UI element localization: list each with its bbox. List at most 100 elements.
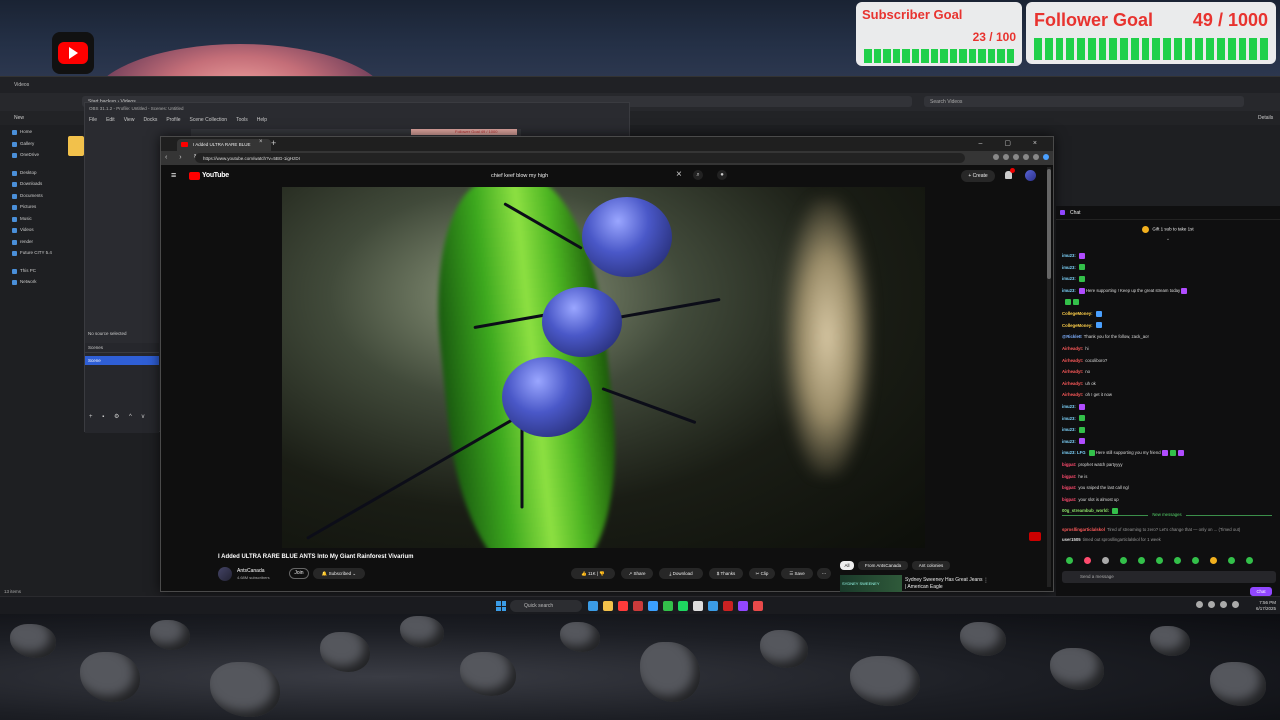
emote-icon[interactable]	[1138, 557, 1145, 564]
taskbar-app-icon[interactable]	[723, 601, 733, 611]
save-button[interactable]: ☰ Save	[781, 568, 813, 579]
chat-send-button[interactable]: Chat	[1250, 587, 1272, 596]
page-scrollbar-thumb[interactable]	[1047, 169, 1051, 279]
share-button[interactable]: ↗ Share	[621, 568, 653, 579]
nav-item[interactable]: Pictures	[0, 204, 62, 216]
system-tray[interactable]	[1196, 601, 1239, 608]
search-icon[interactable]: ⌕	[693, 170, 703, 180]
window-controls[interactable]: – ▢ ×	[979, 139, 1047, 147]
scene-controls[interactable]: + ▪ ⚙ ^ v	[89, 413, 149, 420]
taskbar-app-icon[interactable]	[753, 601, 763, 611]
download-button[interactable]: ⤓ Download	[659, 568, 703, 579]
emote-icon[interactable]	[1228, 557, 1235, 564]
chat-username[interactable]: @Ricklett	[1062, 334, 1082, 339]
taskbar-search[interactable]: Quick search	[510, 600, 582, 612]
gift-sub-banner[interactable]: Gift 1 sub to take 1st ⌄	[1056, 226, 1280, 242]
emote-icon[interactable]	[1210, 557, 1217, 564]
chat-username[interactable]: 00g_streambub_world:	[1062, 508, 1109, 513]
subscribed-button[interactable]: 🔔 Subscribed ⌄	[313, 568, 365, 579]
chat-username[interactable]: imu23:	[1062, 253, 1076, 258]
folder-icon[interactable]	[68, 136, 84, 156]
chat-username[interactable]: Airheadyt:	[1062, 358, 1083, 363]
youtube-logo-icon[interactable]	[189, 172, 200, 180]
explorer-tab-label[interactable]: Videos	[14, 82, 29, 88]
youtube-wordmark[interactable]: YouTube	[202, 172, 229, 179]
nav-item[interactable]: render	[0, 239, 62, 251]
create-button[interactable]: + Create	[961, 170, 995, 182]
clear-search-icon[interactable]: ×	[676, 169, 682, 180]
emote-icon[interactable]	[1120, 557, 1127, 564]
obs-menu-item[interactable]: Tools	[236, 117, 248, 123]
nav-item[interactable]: Videos	[0, 227, 62, 239]
chat-username[interactable]: bigpat:	[1062, 485, 1076, 490]
nav-item[interactable]: OneDrive	[0, 152, 62, 164]
more-actions-button[interactable]: ⋯	[817, 568, 831, 579]
taskbar-app-icon[interactable]	[603, 601, 613, 611]
emote-icon[interactable]	[1174, 557, 1181, 564]
obs-menu-item[interactable]: File	[89, 117, 97, 123]
details-button[interactable]: Details	[1258, 115, 1273, 121]
obs-menu-item[interactable]: Profile	[166, 117, 180, 123]
account-avatar[interactable]	[1025, 170, 1036, 181]
taskbar-app-icon[interactable]	[588, 601, 598, 611]
chat-username[interactable]: imu23:	[1062, 276, 1076, 281]
emote-icon[interactable]	[1192, 557, 1199, 564]
scene-item[interactable]: Scene	[85, 356, 159, 365]
channel-avatar[interactable]	[218, 567, 232, 581]
chat-username[interactable]: bigpat:	[1062, 462, 1076, 467]
nav-item[interactable]: Home	[0, 129, 62, 141]
nav-item[interactable]: Future CITY 5.4	[0, 250, 62, 262]
nav-item[interactable]: This PC	[0, 268, 62, 280]
miniplayer-icon[interactable]	[1029, 532, 1041, 541]
taskbar-clock[interactable]: 7:56 PM 6/17/2025	[1256, 600, 1276, 612]
like-button[interactable]: 👍 11K | 👎	[571, 568, 615, 579]
chat-username[interactable]: imu23:	[1062, 427, 1076, 432]
chat-username[interactable]: imu23:	[1062, 439, 1076, 444]
chip-ant-colonies[interactable]: Ant colonies	[912, 561, 950, 570]
emote-icon[interactable]	[1084, 557, 1091, 564]
chat-username[interactable]: user1505	[1062, 537, 1081, 542]
chevron-down-icon[interactable]: ⌄	[1056, 236, 1280, 242]
chat-username[interactable]: imu23:	[1062, 265, 1076, 270]
taskbar-app-icon[interactable]	[633, 601, 643, 611]
new-tab-icon[interactable]: +	[271, 138, 276, 148]
clip-button[interactable]: ✂ Clip	[749, 568, 775, 579]
taskbar-app-icon[interactable]	[648, 601, 658, 611]
chat-username[interactable]: bigpat:	[1062, 474, 1076, 479]
chip-from-channel[interactable]: From AntsCanada	[858, 561, 908, 570]
emote-icon[interactable]	[1102, 557, 1109, 564]
nav-item[interactable]: Desktop	[0, 170, 62, 182]
windows-start-icon[interactable]	[496, 601, 506, 611]
nav-item[interactable]: Gallery	[0, 141, 62, 153]
obs-menu-item[interactable]: Scene Collection	[190, 117, 228, 123]
chat-username[interactable]: imu23:	[1062, 404, 1076, 409]
video-player[interactable]	[282, 187, 925, 548]
taskbar-app-icon[interactable]	[738, 601, 748, 611]
obs-menu-item[interactable]: Docks	[143, 117, 157, 123]
explorer-search-field[interactable]: Search Videos	[924, 96, 1244, 107]
nav-item[interactable]: Network	[0, 279, 62, 291]
thanks-button[interactable]: $ Thanks	[709, 568, 743, 579]
recommendation-more-icon[interactable]: ⋮	[983, 577, 989, 584]
chat-username[interactable]: Airheadyt:	[1062, 392, 1083, 397]
chat-username[interactable]: imu23:	[1062, 416, 1076, 421]
extension-icons[interactable]	[993, 154, 1049, 160]
chat-username[interactable]: Airheadyt:	[1062, 346, 1083, 351]
microphone-icon[interactable]: ●	[717, 170, 727, 180]
new-button[interactable]: New	[14, 115, 24, 121]
chat-username[interactable]: sprosllingarticlalskol	[1062, 527, 1105, 532]
taskbar-app-icon[interactable]	[678, 601, 688, 611]
url-bar[interactable]: https://www.youtube.com/watch?v=5BG-1igH…	[195, 153, 965, 163]
menu-icon[interactable]: ≡	[171, 170, 176, 180]
chat-username[interactable]: Airheadyt:	[1062, 381, 1083, 386]
emote-icon[interactable]	[1066, 557, 1073, 564]
join-button[interactable]: Join	[289, 568, 309, 579]
chat-input[interactable]: Send a message	[1062, 571, 1276, 583]
channel-name[interactable]: AntsCanada	[237, 568, 265, 574]
emote-icon[interactable]	[1246, 557, 1253, 564]
recommendation-thumbnail[interactable]: SYDNEY SWEENEY	[840, 575, 902, 592]
taskbar-app-icon[interactable]	[663, 601, 673, 611]
browser-tab[interactable]: I Added ULTRA RARE BLUE	[177, 139, 271, 151]
chat-username[interactable]: imu23: LFG	[1062, 450, 1086, 455]
obs-menu-item[interactable]: Help	[257, 117, 267, 123]
